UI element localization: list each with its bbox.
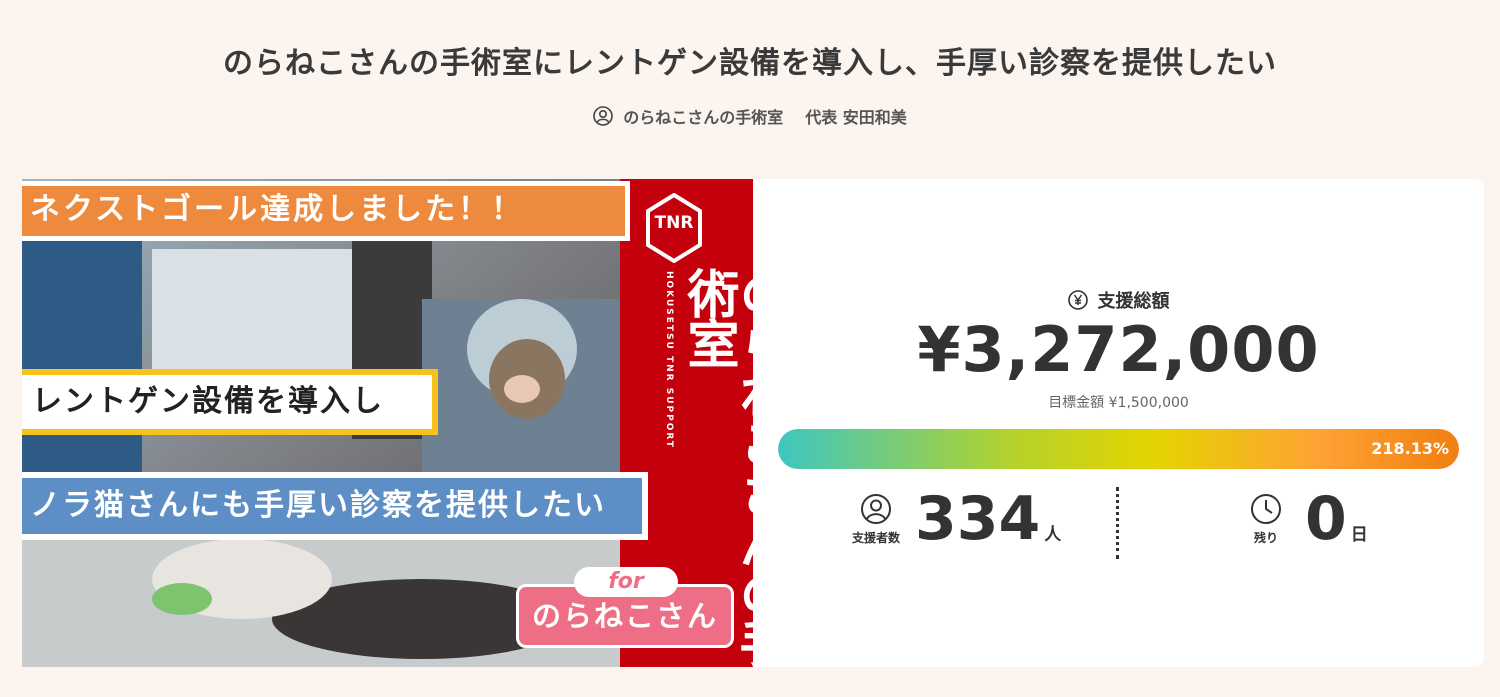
progress-fill	[778, 429, 1459, 469]
funding-stats-card: 支援総額 ¥3,272,000 目標金額 ¥1,500,000 218.13% …	[753, 179, 1484, 667]
supporters-unit: 人	[1044, 525, 1062, 545]
project-owner[interactable]: のらねこさんの手術室 代表 安田和美	[0, 104, 1500, 128]
total-label-row: 支援総額	[753, 287, 1484, 313]
owner-name[interactable]: のらねこさんの手術室	[623, 104, 783, 128]
tnr-logo-text: TNR	[654, 213, 694, 233]
banner-care: ノラ猫さんにも手厚い診察を提供したい	[22, 472, 648, 540]
remaining-unit: 日	[1350, 525, 1368, 545]
progress-percent: 218.13%	[1371, 439, 1449, 458]
project-title: のらねこさんの手術室にレントゲン設備を導入し、手厚い診察を提供したい	[223, 46, 1277, 81]
for-label: for	[574, 567, 678, 597]
band-subtitle: HOKUSETSU TNR SUPPORT	[664, 271, 674, 450]
clock-icon	[1251, 493, 1281, 524]
banner-xray: レントゲン設備を導入し	[22, 369, 438, 435]
supporters-label: 支援者数	[851, 530, 900, 545]
total-amount: ¥3,272,000	[917, 313, 1320, 386]
representative-name: 代表 安田和美	[805, 108, 907, 127]
remaining-label: 残り	[1253, 530, 1278, 545]
stats-divider	[1116, 487, 1119, 559]
banner-next-goal: ネクストゴール達成しました！！	[22, 181, 630, 241]
project-hero-image: TNR HOKUSETSU TNR SUPPORT のらねこさんの手術室 ネクス…	[22, 179, 753, 667]
remaining-days-stat: 残り 0 日	[1237, 489, 1368, 549]
remaining-value: 0	[1305, 484, 1347, 554]
total-label: 支援総額	[1097, 291, 1170, 312]
goal-amount: 目標金額 ¥1,500,000	[1048, 395, 1189, 411]
yen-icon	[1067, 290, 1088, 310]
person-icon	[593, 106, 614, 126]
person-icon	[861, 493, 891, 524]
funding-progress-bar: 218.13%	[778, 429, 1459, 469]
supporters-stat: 支援者数 334 人	[847, 489, 1061, 549]
supporters-value: 334	[915, 484, 1041, 554]
